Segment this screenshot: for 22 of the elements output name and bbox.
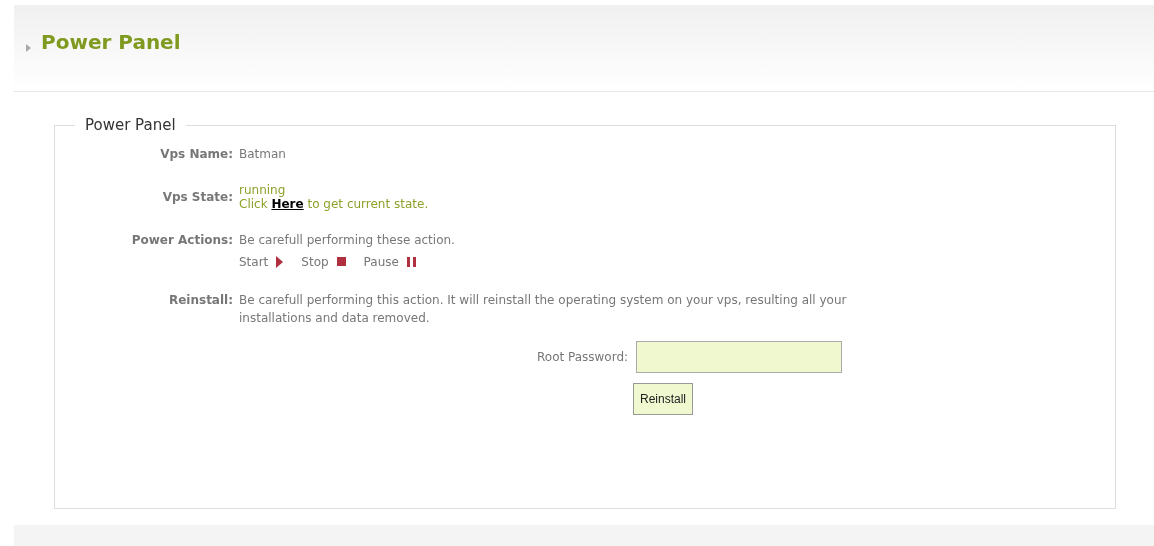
field-value: Be carefull performing these action. bbox=[239, 231, 456, 249]
field-label: Reinstall: bbox=[167, 291, 233, 309]
action-label[interactable]: Stop bbox=[301, 252, 329, 271]
action-label[interactable]: Start bbox=[239, 252, 269, 271]
state-value: running bbox=[239, 182, 287, 197]
panel-legend: Power Panel bbox=[75, 114, 186, 137]
here-link[interactable]: Here bbox=[271, 196, 304, 211]
field-value: Batman bbox=[239, 146, 286, 161]
action-label[interactable]: Pause bbox=[363, 252, 399, 271]
field-label: Vps State: bbox=[161, 188, 233, 206]
stop-icon[interactable] bbox=[336, 257, 346, 266]
field-value: Be carefull performing this action. It will reinstall the operating system on your vps, resulting all your installations and data removed. bbox=[239, 292, 847, 325]
state-hint: Click Here to get current state. bbox=[239, 196, 430, 211]
field-label: Power Actions: bbox=[130, 231, 233, 249]
page-title: Power Panel bbox=[41, 29, 181, 56]
password-label: Root Password: bbox=[537, 348, 629, 366]
caret-icon bbox=[26, 44, 31, 52]
play-icon[interactable] bbox=[276, 255, 284, 268]
password-field[interactable] bbox=[636, 340, 843, 373]
field-label: Vps Name: bbox=[159, 145, 233, 163]
reinstall-button[interactable]: Reinstall bbox=[633, 382, 694, 415]
pause-icon[interactable] bbox=[406, 256, 416, 267]
